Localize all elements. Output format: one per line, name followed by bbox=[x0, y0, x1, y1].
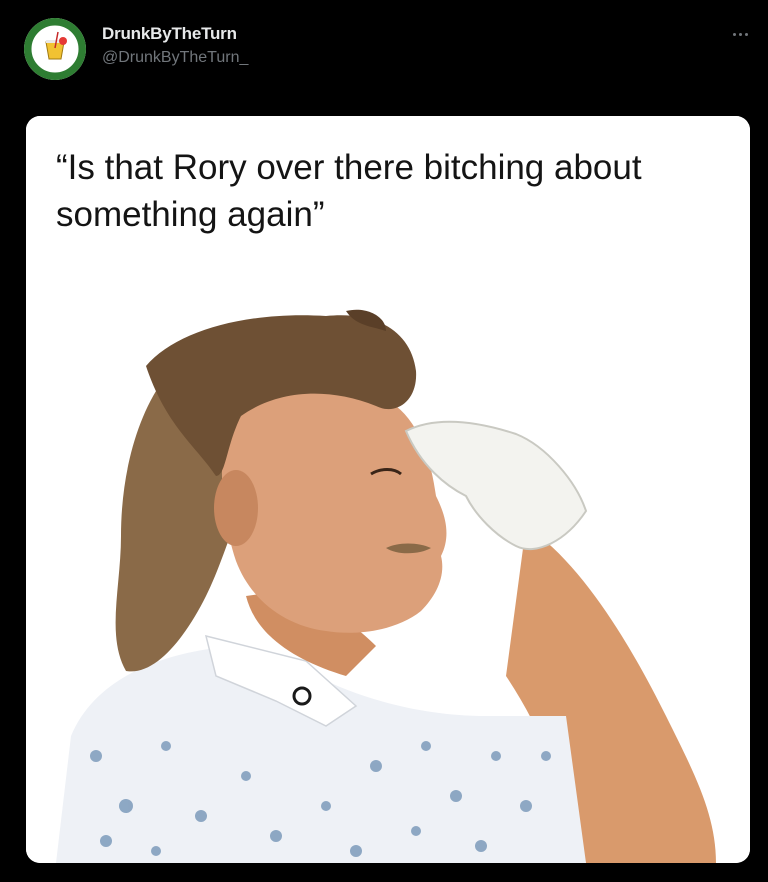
tweet-header: DrunkByTheTurn @DrunkByTheTurn_ bbox=[0, 0, 768, 100]
avatar[interactable] bbox=[24, 18, 86, 80]
meme-caption: “Is that Rory over there bitching about … bbox=[56, 148, 642, 234]
tweet-media-card[interactable]: “Is that Rory over there bitching about … bbox=[26, 116, 750, 863]
display-name[interactable]: DrunkByTheTurn bbox=[102, 24, 237, 44]
more-options-button[interactable] bbox=[722, 20, 758, 48]
more-dot bbox=[738, 32, 742, 36]
more-dot bbox=[732, 32, 736, 36]
more-dot bbox=[744, 32, 748, 36]
drink-glass-logo-icon bbox=[24, 18, 86, 80]
user-handle[interactable]: @DrunkByTheTurn_ bbox=[102, 49, 248, 67]
